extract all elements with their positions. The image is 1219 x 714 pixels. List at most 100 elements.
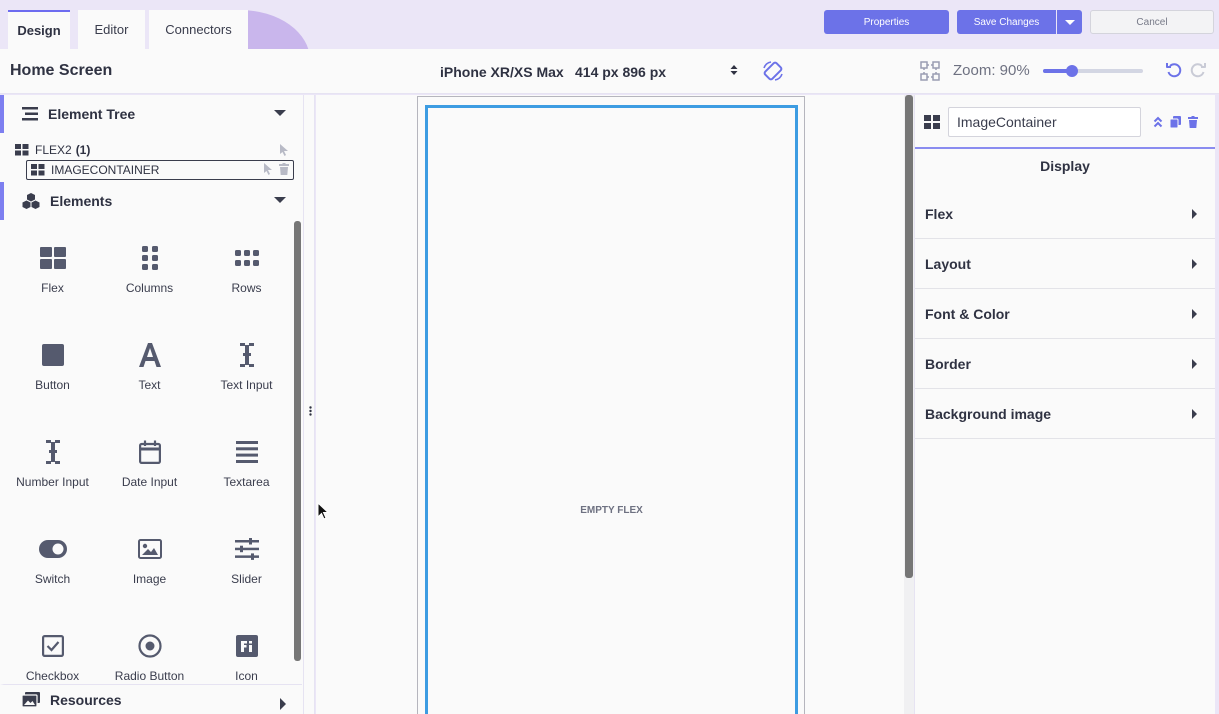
chevron-down-icon[interactable] [274,110,286,116]
element-label: Date Input [121,475,178,489]
device-frame: EMPTY FLEX [417,96,805,714]
element-switch[interactable]: Switch [4,523,101,620]
button-icon [41,341,64,369]
save-changes-button[interactable]: Save Changes [957,10,1056,34]
element-label: Textarea [223,475,270,489]
element-tree-title: Element Tree [48,106,136,122]
zoom-thumb[interactable] [1066,65,1078,77]
element-label: Columns [125,281,174,295]
accordion-background-image[interactable]: Background image [915,389,1215,439]
left-panel-scrollbar[interactable] [294,221,301,661]
element-label: Icon [235,669,258,683]
accordion-label: Border [925,355,971,372]
element-slider[interactable]: Slider [198,523,295,620]
element-label: Text Input [220,378,273,392]
select-pointer-icon[interactable] [263,163,273,175]
chevron-right-icon[interactable] [280,698,286,710]
resources-title: Resources [50,691,122,708]
font-icon [235,632,258,660]
properties-button[interactable]: Properties [824,10,949,34]
canvas-scroll-thumb[interactable] [905,95,913,578]
accordion-border[interactable]: Border [915,339,1215,389]
resources-header[interactable]: Resources [0,684,302,714]
tree-node-count: (1) [75,143,91,157]
display-section-title: Display [1040,158,1090,174]
flex-icon [924,115,940,129]
toggle-icon [38,535,67,563]
text-cursor-icon [45,438,60,466]
element-text[interactable]: Text [101,329,198,426]
zoom-label: Zoom: 90% [953,62,1030,79]
tree-node-label: IMAGECONTAINER [51,163,160,177]
flex-icon [15,144,29,156]
panel-splitter[interactable] [303,95,315,714]
element-label: Text [138,378,161,392]
accordion-layout[interactable]: Layout [915,239,1215,289]
element-date-input[interactable]: Date Input [101,426,198,523]
accordion-flex[interactable]: Flex [915,189,1215,239]
element-text-input[interactable]: Text Input [198,329,295,426]
copy-icon[interactable] [1170,116,1181,128]
redo-icon[interactable] [1189,61,1207,79]
accordion-label: Flex [925,205,954,222]
accordion-font-color[interactable]: Font & Color [915,289,1215,339]
rotate-device-icon[interactable] [761,60,785,82]
select-pointer-icon[interactable] [279,144,289,156]
elements-grid: Flex Columns Rows Button Text Text Input… [4,232,294,712]
selected-flex-container[interactable]: EMPTY FLEX [425,105,798,714]
design-canvas[interactable]: EMPTY FLEX [316,95,904,714]
chevron-down-icon[interactable] [274,197,286,203]
empty-flex-label: EMPTY FLEX [580,505,643,516]
component-header [915,95,1215,149]
radio-icon [137,632,162,660]
tab-editor[interactable]: Editor [78,10,145,49]
sliders-icon [234,535,259,563]
element-number-input[interactable]: Number Input [4,426,101,523]
select-arrows-icon[interactable] [729,63,739,77]
tree-node-imagecontainer[interactable]: IMAGECONTAINER [26,160,294,180]
drag-handle-icon[interactable] [309,406,312,416]
element-columns[interactable]: Columns [101,232,198,329]
element-textarea[interactable]: Textarea [198,426,295,523]
zoom-slider[interactable] [1043,65,1143,77]
element-label: Slider [231,572,262,586]
element-rows[interactable]: Rows [198,232,295,329]
flex-icon [31,164,45,176]
element-label: Number Input [16,475,89,489]
element-image[interactable]: Image [101,523,198,620]
tab-connectors[interactable]: Connectors [149,10,248,49]
element-label: Flex [41,281,64,295]
images-icon [22,692,40,707]
undo-icon[interactable] [1165,61,1183,79]
rows-icon [234,244,259,272]
elements-header[interactable]: Elements [0,182,302,220]
element-label: Button [35,378,70,392]
flex-icon [39,244,66,272]
chevron-double-up-icon[interactable] [1153,116,1163,128]
chevron-right-icon [1192,409,1197,419]
save-options-dropdown-button[interactable] [1057,10,1082,34]
tree-node-flex2[interactable]: FLEX2 (1) [15,142,293,158]
fit-screen-icon[interactable] [920,61,940,81]
calendar-icon [138,438,161,466]
device-select[interactable]: iPhone XR/XS Max [440,64,564,80]
textarea-icon [235,438,258,466]
element-label: Checkbox [25,669,80,683]
component-name-input[interactable] [948,107,1141,137]
trash-icon[interactable] [279,163,289,175]
trash-icon[interactable] [1188,116,1198,128]
chevron-right-icon [1192,309,1197,319]
element-flex[interactable]: Flex [4,232,101,329]
checkbox-icon [41,632,64,660]
chevron-right-icon [1192,259,1197,269]
element-tree-header[interactable]: Element Tree [0,95,302,133]
element-label: Radio Button [114,669,185,683]
cancel-button[interactable]: Cancel [1090,10,1214,34]
properties-panel: Display Flex Layout Font & Color Border … [914,95,1219,714]
tab-design[interactable]: Design [8,10,70,49]
canvas-scrollbar[interactable] [904,95,914,714]
screen-header: Home Screen iPhone XR/XS Max 414 px 896 … [0,49,1219,94]
element-button[interactable]: Button [4,329,101,426]
device-resolution[interactable]: 414 px 896 px [575,64,666,80]
columns-icon [141,244,158,272]
